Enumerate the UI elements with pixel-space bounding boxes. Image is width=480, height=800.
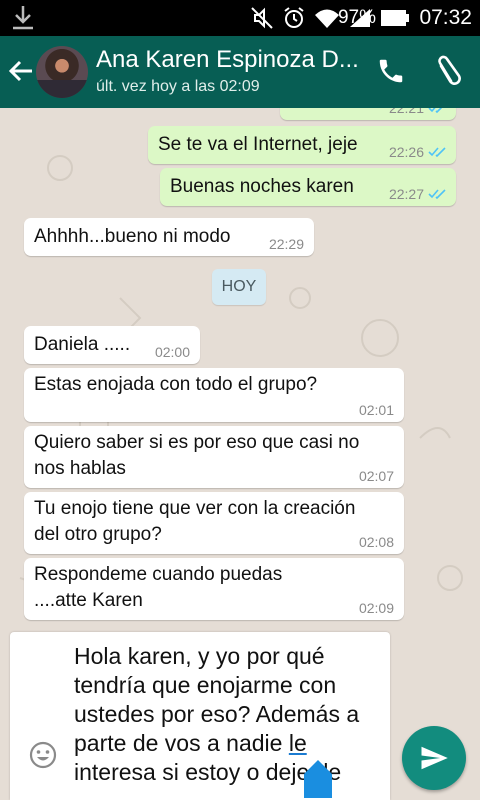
message-time: 02:00: [154, 344, 190, 360]
status-clock: 07:32: [419, 6, 472, 29]
message-text: Tu enojo tiene que ver con la creación d…: [34, 498, 356, 545]
message-bubble-incoming[interactable]: Estas enojada con todo el grupo? 02:01: [24, 368, 404, 422]
message-bubble-incoming[interactable]: Daniela ..... 02:00: [24, 326, 200, 364]
battery-icon: [381, 10, 409, 26]
mute-icon: [251, 7, 273, 29]
contact-avatar[interactable]: [36, 46, 88, 98]
message-text: Respondeme cuando puedas ....atte Karen: [34, 564, 283, 611]
message-time: 02:01: [358, 402, 394, 418]
message-bubble-outgoing[interactable]: Buenas noches karen 22:27: [160, 168, 456, 206]
message-bubble-incoming[interactable]: Tu enojo tiene que ver con la creación d…: [24, 492, 404, 554]
date-divider: HOY: [212, 269, 266, 305]
message-text: Quiero saber si es por eso que casi no n…: [34, 432, 360, 479]
wifi-icon: [315, 9, 339, 28]
message-time: 22:29: [268, 236, 304, 252]
message-text: Ahhhh...bueno ni modo: [34, 226, 231, 247]
message-bubble-incoming[interactable]: Ahhhh...bueno ni modo 22:29: [24, 218, 314, 256]
message-time: 22:26: [388, 144, 424, 160]
message-bubble-outgoing[interactable]: No les v 22:21: [280, 108, 456, 120]
contact-name[interactable]: Ana Karen Espinoza D...: [96, 46, 358, 74]
read-ticks-icon: [428, 147, 446, 158]
message-bubble-incoming[interactable]: Respondeme cuando puedas ....atte Karen …: [24, 558, 404, 620]
message-text: Se te va el Internet, jeje: [158, 134, 358, 155]
message-text: Estas enojada con todo el grupo?: [34, 374, 318, 395]
emoji-icon[interactable]: [28, 740, 58, 770]
message-text: No les v: [292, 108, 361, 116]
message-bubble-incoming[interactable]: Quiero saber si es por eso que casi no n…: [24, 426, 404, 488]
message-list[interactable]: No les v 22:21 Se te va el Internet, jej…: [0, 108, 480, 630]
message-input-text[interactable]: Hola karen, y yo por qué tendría que eno…: [74, 642, 386, 787]
message-time: 22:21: [388, 108, 424, 116]
status-bar: 97% 07:32: [0, 0, 480, 36]
send-icon: [421, 746, 448, 770]
attach-icon[interactable]: [432, 54, 462, 88]
read-ticks-icon: [428, 108, 443, 114]
download-icon: [13, 6, 33, 30]
draft-text: Hola karen, y yo por qué tendría que eno…: [74, 643, 360, 756]
message-text: Daniela .....: [34, 334, 131, 355]
phone-icon[interactable]: [376, 56, 406, 86]
back-arrow-icon[interactable]: [8, 58, 34, 84]
last-seen: últ. vez hoy a las 02:09: [96, 78, 260, 95]
send-button[interactable]: [402, 726, 466, 790]
message-time: 22:27: [388, 186, 424, 202]
message-time: 02:08: [358, 534, 394, 550]
message-bubble-outgoing[interactable]: Se te va el Internet, jeje 22:26: [148, 126, 456, 164]
read-ticks-icon: [428, 189, 446, 200]
battery-percent: 97%: [337, 7, 376, 28]
message-time: 02:09: [358, 600, 394, 616]
alarm-icon: [284, 7, 304, 28]
message-text: Buenas noches karen: [170, 176, 354, 197]
message-time: 02:07: [358, 468, 394, 484]
draft-text-underlined: le: [288, 730, 307, 756]
chat-header: Ana Karen Espinoza D... últ. vez hoy a l…: [0, 36, 480, 108]
text-cursor-handle-icon[interactable]: [300, 756, 336, 800]
